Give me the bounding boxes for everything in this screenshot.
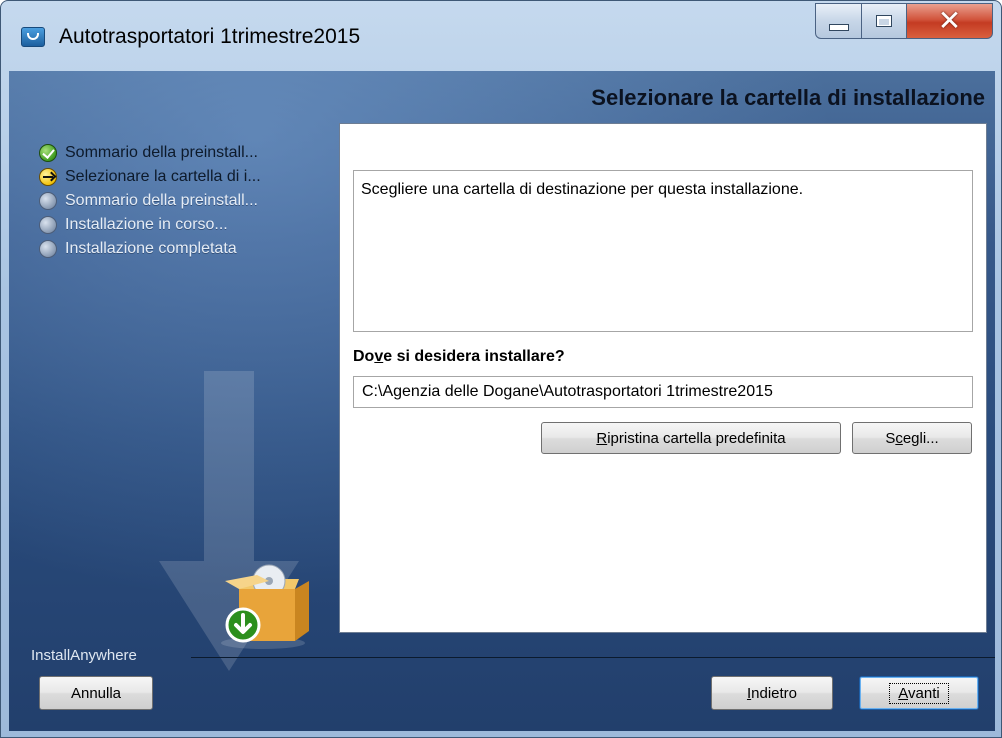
footer-divider [191, 657, 995, 658]
install-location-label-post: e si desidera installare? [383, 348, 565, 365]
install-package-icon [221, 564, 309, 649]
installer-client-area: Selezionare la cartella di installazione… [9, 71, 995, 731]
next-label: vanti [908, 684, 940, 702]
step-item-complete: Installazione completata [39, 237, 339, 261]
step-item-preinstall-summary-2: Sommario della preinstall... [39, 189, 339, 213]
circle-icon [39, 192, 57, 210]
step-list: Sommario della preinstall... Selezionare… [39, 141, 339, 261]
window-title: Autotrasportatori 1trimestre2015 [59, 25, 361, 48]
step-item-choose-folder: Selezionare la cartella di i... [39, 165, 339, 189]
installer-app-icon[interactable] [21, 27, 45, 47]
choose-folder-mnemonic: c [895, 429, 903, 447]
minimize-button[interactable] [815, 3, 862, 39]
maximize-icon [876, 15, 892, 27]
check-icon [39, 144, 57, 162]
install-location-label-pre: Do [353, 348, 375, 365]
restore-default-folder-label: ipristina cartella predefinita [607, 429, 786, 447]
step-item-installing: Installazione in corso... [39, 213, 339, 237]
installanywhere-brand: InstallAnywhere [31, 647, 137, 664]
page-title: Selezionare la cartella di installazione [591, 85, 985, 110]
next-mnemonic: A [898, 684, 909, 702]
installer-window: Autotrasportatori 1trimestre2015 ✕ Selez… [0, 0, 1002, 738]
back-button[interactable]: Indietro [711, 676, 833, 710]
minimize-icon [828, 23, 849, 31]
maximize-button[interactable] [862, 3, 907, 39]
restore-default-folder-mnemonic: R [596, 429, 608, 447]
title-bar[interactable]: Autotrasportatori 1trimestre2015 ✕ [1, 1, 1001, 71]
choose-folder-label: egli... [902, 429, 939, 447]
circle-icon [39, 216, 57, 234]
install-location-label: Dove si desidera installare? [353, 348, 565, 366]
step-label: Installazione in corso... [65, 216, 228, 233]
step-item-preinstall-summary: Sommario della preinstall... [39, 141, 339, 165]
arrow-right-icon [39, 168, 57, 186]
content-panel: Scegliere una cartella di destinazione p… [339, 123, 987, 633]
close-button[interactable]: ✕ [907, 3, 993, 39]
restore-default-folder-button[interactable]: Ripristina cartella predefinita [541, 422, 841, 454]
choose-folder-button[interactable]: Sc egli... [852, 422, 972, 454]
step-label: Sommario della preinstall... [65, 192, 258, 209]
close-icon: ✕ [937, 4, 962, 37]
choose-folder-label-pre: S [885, 429, 896, 447]
step-label: Installazione completata [65, 240, 237, 257]
next-button[interactable]: Avanti [859, 676, 979, 710]
install-location-label-mnemonic: v [374, 348, 384, 365]
step-label: Selezionare la cartella di i... [65, 168, 261, 185]
circle-icon [39, 240, 57, 258]
install-path-input[interactable] [353, 376, 973, 408]
description-text: Scegliere una cartella di destinazione p… [353, 170, 973, 332]
back-label: ndietro [751, 684, 798, 702]
step-label: Sommario della preinstall... [65, 144, 258, 161]
next-focus-ring: Avanti [889, 682, 949, 704]
caption-buttons: ✕ [815, 3, 993, 41]
cancel-button[interactable]: Annulla [39, 676, 153, 710]
